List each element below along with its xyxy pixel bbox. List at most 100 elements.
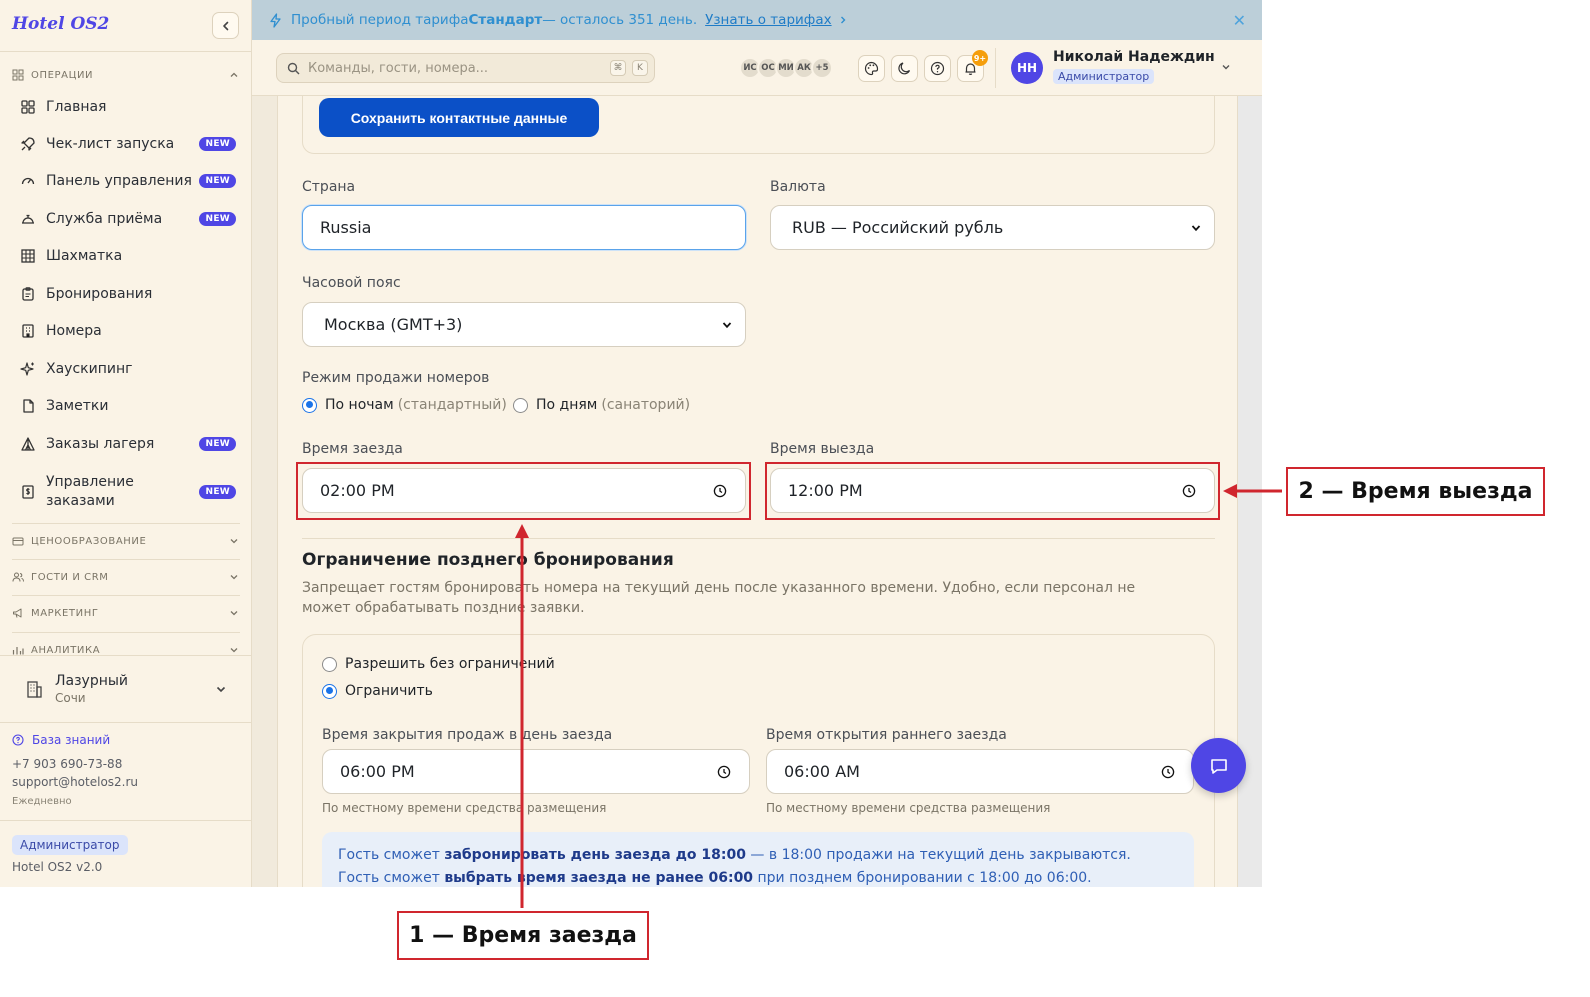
section-label: МАРКЕТИНГ <box>31 607 99 619</box>
trial-banner: Пробный период тарифа Стандарт — осталос… <box>252 0 1262 40</box>
sidebar-item-3[interactable]: Панель управления NEW <box>12 164 240 198</box>
timezone-value: Москва (GMT+3) <box>324 315 463 334</box>
sidebar-item-label: Чек-лист запуска <box>46 135 175 152</box>
save-contacts-button[interactable]: Сохранить контактные данные <box>319 98 599 137</box>
learn-plans-link[interactable]: Узнать о тарифах <box>705 12 831 28</box>
dark-mode-button[interactable] <box>891 55 918 82</box>
late-booking-info: Гость сможет забронировать день заезда д… <box>322 832 1194 887</box>
sidebar-item-label: Служба приёма <box>46 210 163 227</box>
sidebar-item-8[interactable]: Хаускипинг <box>12 352 240 386</box>
sidebar-item-2[interactable]: Чек-лист запуска NEW <box>12 127 240 161</box>
highlight-checkout <box>765 462 1220 520</box>
hotel-switcher[interactable]: Лазурный Сочи <box>12 668 240 710</box>
sidebar-item-9[interactable]: Заметки <box>12 389 240 423</box>
late-booking-allow-radio[interactable]: Разрешить без ограничений <box>322 656 555 672</box>
user-role-badge: Администратор <box>1053 69 1155 84</box>
sale-mode-days-label: По дням <box>536 397 598 413</box>
rocket-icon <box>21 137 35 151</box>
knowledge-base-link[interactable]: База знаний <box>12 733 110 747</box>
sidebar-item-4[interactable]: Служба приёма NEW <box>12 202 240 236</box>
timezone-select[interactable]: Москва (GMT+3) <box>302 302 746 347</box>
file-icon <box>23 399 34 413</box>
hotel-name: Лазурный <box>55 673 129 689</box>
section-label: ГОСТИ И CRM <box>31 571 109 583</box>
section-header-4[interactable]: АНАЛИТИКА <box>12 641 240 659</box>
early-checkin-time-value: 06:00 AM <box>784 762 860 781</box>
section-label: ОПЕРАЦИИ <box>31 69 94 81</box>
bolt-icon <box>270 12 281 28</box>
grid-icon <box>21 100 35 114</box>
info-line-2: Гость сможет выбрать время заезда не ран… <box>338 867 1178 887</box>
chat-button[interactable] <box>1191 738 1246 793</box>
sidebar-item-7[interactable]: Номера <box>12 314 240 348</box>
new-badge: NEW <box>199 137 236 151</box>
sparkles-icon <box>20 362 34 376</box>
divider <box>12 595 240 596</box>
late-booking-allow-label: Разрешить без ограничений <box>345 656 555 672</box>
sidebar-item-10[interactable]: Заказы лагеря NEW <box>12 427 240 461</box>
section-header-3[interactable]: МАРКЕТИНГ <box>12 604 240 622</box>
late-booking-limit-label: Ограничить <box>345 683 433 699</box>
global-search[interactable]: Команды, гости, номера... ⌘ K <box>276 53 655 83</box>
sidebar-item-1[interactable]: Главная <box>12 90 240 124</box>
trial-plan: Стандарт <box>468 12 543 28</box>
close-sales-time-input[interactable]: 06:00 PM <box>322 749 750 794</box>
section-grid-icon <box>12 69 24 81</box>
user-avatar[interactable]: НН <box>1011 52 1043 84</box>
callout-checkin: 1 — Время заезда <box>397 911 649 960</box>
chevron-right-icon <box>840 16 846 24</box>
divider <box>12 523 240 524</box>
clipboard-icon <box>22 287 34 301</box>
brand-logo[interactable]: Hotel OS2 <box>12 14 109 34</box>
info-text: Гость сможет <box>338 847 445 863</box>
chevron-down-icon <box>230 539 238 544</box>
section-icon <box>12 572 24 582</box>
sidebar-item-label: Заказы лагеря <box>46 435 155 452</box>
sidebar-collapse-button[interactable] <box>212 12 239 39</box>
sale-mode-days-hint: (санаторий) <box>601 397 691 413</box>
clock-icon[interactable] <box>717 765 731 779</box>
more-users-count[interactable]: +5 <box>811 57 833 79</box>
sidebar-item-6[interactable]: Бронирования <box>12 277 240 311</box>
divider <box>12 632 240 633</box>
section-header-1[interactable]: ЦЕНООБРАЗОВАНИЕ <box>12 532 240 550</box>
hotel-city: Сочи <box>55 691 86 705</box>
sidebar-item-5[interactable]: Шахматка <box>12 239 240 273</box>
late-booking-limit-radio[interactable]: Ограничить <box>322 683 433 699</box>
support-schedule: Ежедневно <box>12 796 72 807</box>
app-version: Hotel OS2 v2.0 <box>12 860 103 874</box>
early-checkin-time-label: Время открытия раннего заезда <box>766 727 1007 743</box>
chevron-up-icon <box>230 72 238 77</box>
section-operations-header[interactable]: ОПЕРАЦИИ <box>12 66 240 84</box>
notifications-count: 9+ <box>972 50 988 66</box>
building-icon <box>22 324 34 338</box>
help-button[interactable] <box>924 55 951 82</box>
country-value: Russia <box>320 218 372 237</box>
sidebar-item-11[interactable]: Управление заказами NEW <box>12 473 240 511</box>
hotel-building-icon <box>27 681 42 698</box>
sidebar-item-label: Хаускипинг <box>46 360 133 377</box>
currency-select[interactable]: RUB — Российский рубль <box>770 205 1215 250</box>
section-header-2[interactable]: ГОСТИ И CRM <box>12 568 240 586</box>
chevron-down-icon[interactable] <box>1220 61 1232 73</box>
moon-icon <box>898 62 911 75</box>
early-checkin-time-input[interactable]: 06:00 AM <box>766 749 1194 794</box>
contact-section: Сохранить контактные данные <box>302 96 1215 154</box>
tent-icon <box>21 437 35 451</box>
sale-mode-days-radio[interactable]: По дням (санаторий) <box>513 397 690 413</box>
sale-mode-nights-radio[interactable]: По ночам (стандартный) <box>302 397 507 413</box>
country-input[interactable]: Russia <box>302 205 746 250</box>
support-phone[interactable]: +7 903 690-73-88 <box>12 757 122 771</box>
timezone-label: Часовой пояс <box>302 275 401 291</box>
theme-palette-button[interactable] <box>858 55 885 82</box>
clock-icon[interactable] <box>1161 765 1175 779</box>
highlight-checkin <box>296 462 751 520</box>
close-icon[interactable]: ✕ <box>1233 11 1246 30</box>
top-bar: Команды, гости, номера... ⌘ K ИС ОС МИ АК +5… <box>252 40 1262 96</box>
sale-mode-nights-label: По ночам <box>325 397 394 413</box>
info-text: — в 18:00 продажи на текущий день закрыв… <box>745 847 1131 863</box>
support-email[interactable]: support@hotelos2.ru <box>12 775 138 789</box>
online-users[interactable]: ИС ОС МИ АК +5 <box>739 57 833 79</box>
user-name[interactable]: Николай Надеждин <box>1053 49 1215 65</box>
help-icon <box>930 61 945 76</box>
